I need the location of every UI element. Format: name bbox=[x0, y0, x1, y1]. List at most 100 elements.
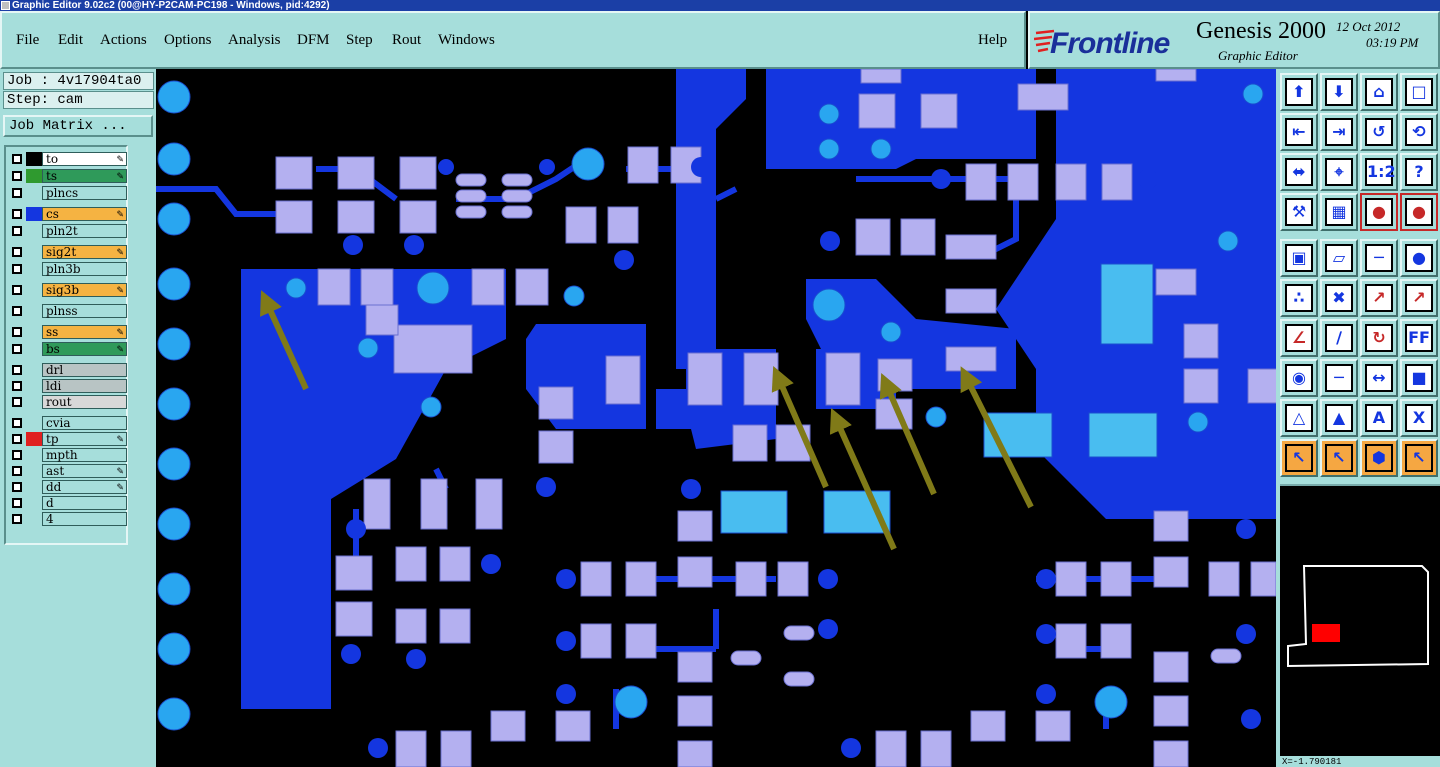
layer-checkbox[interactable] bbox=[12, 209, 22, 219]
layer-name[interactable]: cs ✎ bbox=[42, 207, 127, 221]
menu-actions[interactable]: Actions bbox=[100, 32, 147, 49]
layer-row-mpth[interactable]: mpth bbox=[9, 448, 127, 462]
select-octagon-icon[interactable]: ⬢ bbox=[1360, 439, 1398, 477]
menu-edit[interactable]: Edit bbox=[58, 32, 83, 49]
layer-row-ldi[interactable]: ldi bbox=[9, 379, 127, 393]
layer-name[interactable]: sig3b ✎ bbox=[42, 283, 127, 297]
home-icon[interactable]: ⌂ bbox=[1360, 73, 1398, 111]
pad-icon[interactable]: ◉ bbox=[1280, 359, 1318, 397]
net-red2-icon[interactable]: ● bbox=[1400, 193, 1438, 231]
scale-1-2-icon[interactable]: 1:2 bbox=[1360, 153, 1398, 191]
undo-arc-icon[interactable]: ↻ bbox=[1360, 319, 1398, 357]
menu-rout[interactable]: Rout bbox=[392, 32, 421, 49]
triangle-icon[interactable]: △ bbox=[1280, 399, 1318, 437]
layer-checkbox[interactable] bbox=[12, 327, 22, 337]
net-red-icon[interactable]: ● bbox=[1360, 193, 1398, 231]
select-net-icon[interactable]: ↖ bbox=[1400, 439, 1438, 477]
layer-name[interactable]: sig2t ✎ bbox=[42, 245, 127, 259]
layer-checkbox[interactable] bbox=[12, 482, 22, 492]
feature-icon[interactable]: ■ bbox=[1400, 359, 1438, 397]
layer-name[interactable]: pln2t bbox=[42, 224, 127, 238]
layer-name[interactable]: pln3b bbox=[42, 262, 127, 276]
layer-name[interactable]: cvia bbox=[42, 416, 127, 430]
select-box-icon[interactable]: ↖ bbox=[1320, 439, 1358, 477]
pan-left-icon[interactable]: ⇤ bbox=[1280, 113, 1318, 151]
menu-options[interactable]: Options bbox=[164, 32, 212, 49]
line-icon[interactable]: ∕ bbox=[1320, 319, 1358, 357]
layer-name[interactable]: ldi bbox=[42, 379, 127, 393]
center-icon[interactable]: ⌖ bbox=[1320, 153, 1358, 191]
zoom-home-icon[interactable]: ⬆ bbox=[1280, 73, 1318, 111]
triangle-a-icon[interactable]: A bbox=[1360, 399, 1398, 437]
ff-icon[interactable]: FF bbox=[1400, 319, 1438, 357]
grid-icon[interactable]: ▦ bbox=[1320, 193, 1358, 231]
help-icon[interactable]: ? bbox=[1400, 153, 1438, 191]
layer-name[interactable]: plnss bbox=[42, 304, 127, 318]
layer-checkbox[interactable] bbox=[12, 285, 22, 295]
arrow-red-icon[interactable]: ↗ bbox=[1360, 279, 1398, 317]
menu-dfm[interactable]: DFM bbox=[297, 32, 330, 49]
layer-row-cvia[interactable]: cvia bbox=[9, 416, 127, 430]
layer-name[interactable]: to ✎ bbox=[42, 152, 127, 166]
layer-row-plncs[interactable]: plncs bbox=[9, 186, 127, 200]
layer-name[interactable]: d bbox=[42, 496, 127, 510]
layer-row-sig3b[interactable]: sig3b ✎ bbox=[9, 283, 127, 297]
ruler-icon[interactable]: ─ bbox=[1360, 239, 1398, 277]
measure-icon[interactable]: ↔ bbox=[1360, 359, 1398, 397]
mirror-icon[interactable]: ↺ bbox=[1360, 113, 1398, 151]
polygon-icon[interactable]: ▱ bbox=[1320, 239, 1358, 277]
layer-name[interactable]: dd ✎ bbox=[42, 480, 127, 494]
layer-checkbox[interactable] bbox=[12, 418, 22, 428]
layer-name[interactable]: rout bbox=[42, 395, 127, 409]
select-icon[interactable]: ↖ bbox=[1280, 439, 1318, 477]
layer-name[interactable]: mpth bbox=[42, 448, 127, 462]
triangle-up-icon[interactable]: ▲ bbox=[1320, 399, 1358, 437]
layer-row-tp[interactable]: tp ✎ bbox=[9, 432, 127, 446]
zoom-in-icon[interactable]: ⬇ bbox=[1320, 73, 1358, 111]
rotate-icon[interactable]: ⟲ bbox=[1400, 113, 1438, 151]
pan-right-icon[interactable]: ⇥ bbox=[1320, 113, 1358, 151]
layer-name[interactable]: bs ✎ bbox=[42, 342, 127, 356]
layer-checkbox[interactable] bbox=[12, 154, 22, 164]
layer-color-chip[interactable] bbox=[26, 207, 42, 221]
layer-color-chip[interactable] bbox=[26, 432, 42, 446]
overview-minimap[interactable] bbox=[1280, 484, 1440, 756]
layer-row-4[interactable]: 4 bbox=[9, 512, 127, 526]
layer-name[interactable]: ss ✎ bbox=[42, 325, 127, 339]
zoom-window-icon[interactable]: □ bbox=[1400, 73, 1438, 111]
layer-row-pln3b[interactable]: pln3b bbox=[9, 262, 127, 276]
layer-row-ts[interactable]: ts ✎ bbox=[9, 169, 127, 183]
layer-checkbox[interactable] bbox=[12, 188, 22, 198]
layer-checkbox[interactable] bbox=[12, 344, 22, 354]
layer-name[interactable]: plncs bbox=[42, 186, 127, 200]
select-pad-icon[interactable]: ▣ bbox=[1280, 239, 1318, 277]
layer-checkbox[interactable] bbox=[12, 498, 22, 508]
layer-checkbox[interactable] bbox=[12, 397, 22, 407]
layer-checkbox[interactable] bbox=[12, 247, 22, 257]
layer-name[interactable]: tp ✎ bbox=[42, 432, 127, 446]
layer-row-to[interactable]: to ✎ bbox=[9, 152, 127, 166]
layer-checkbox[interactable] bbox=[12, 450, 22, 460]
arrow-red2-icon[interactable]: ↗ bbox=[1400, 279, 1438, 317]
layer-name[interactable]: ast ✎ bbox=[42, 464, 127, 478]
angle-icon[interactable]: ∠ bbox=[1280, 319, 1318, 357]
layer-row-bs[interactable]: bs ✎ bbox=[9, 342, 127, 356]
layer-name[interactable]: drl bbox=[42, 363, 127, 377]
layer-checkbox[interactable] bbox=[12, 365, 22, 375]
fit-icon[interactable]: ⬌ bbox=[1280, 153, 1318, 191]
layer-name[interactable]: ts ✎ bbox=[42, 169, 127, 183]
menu-file[interactable]: File bbox=[16, 32, 39, 49]
job-matrix-button[interactable]: Job Matrix ... bbox=[3, 115, 153, 137]
minus-icon[interactable]: ─ bbox=[1320, 359, 1358, 397]
cross-icon[interactable]: ✖ bbox=[1320, 279, 1358, 317]
layer-checkbox[interactable] bbox=[12, 264, 22, 274]
triangle-x-icon[interactable]: X bbox=[1400, 399, 1438, 437]
layer-checkbox[interactable] bbox=[12, 514, 22, 524]
layer-row-cs[interactable]: cs ✎ bbox=[9, 207, 127, 221]
menu-windows[interactable]: Windows bbox=[438, 32, 495, 49]
layer-checkbox[interactable] bbox=[12, 226, 22, 236]
layer-checkbox[interactable] bbox=[12, 381, 22, 391]
layer-color-chip[interactable] bbox=[26, 169, 42, 183]
menu-analysis[interactable]: Analysis bbox=[228, 32, 281, 49]
layer-row-sig2t[interactable]: sig2t ✎ bbox=[9, 245, 127, 259]
